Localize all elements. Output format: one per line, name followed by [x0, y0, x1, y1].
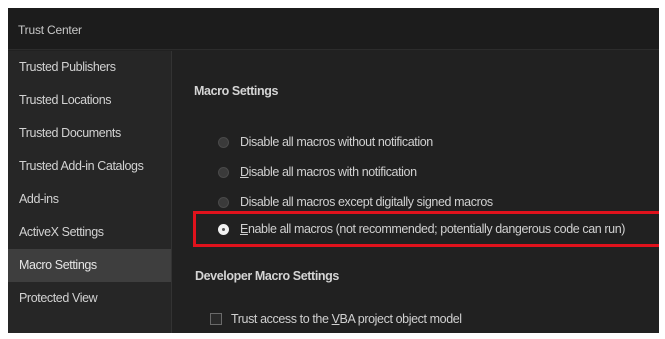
- accesskey-letter: V: [331, 312, 340, 326]
- radio-button[interactable]: [218, 136, 229, 148]
- macro-settings-heading: Macro Settings: [194, 84, 278, 98]
- sidebar-item-trusted-publishers[interactable]: Trusted Publishers: [8, 51, 171, 84]
- sidebar-item-trusted-documents[interactable]: Trusted Documents: [8, 117, 171, 150]
- option-label-rest: nable all macros (not recommended; poten…: [247, 222, 626, 236]
- sidebar-item-macro-settings[interactable]: Macro Settings: [8, 249, 171, 282]
- checkbox-label: Trust access to the VBA project object m…: [231, 312, 462, 326]
- label-after: BA project object model: [339, 312, 463, 326]
- option-label: Disable all macros except digitally sign…: [240, 195, 493, 209]
- trust-center-window: Trust Center Trusted Publishers Trusted …: [8, 8, 659, 333]
- sidebar-item-activex-settings[interactable]: ActiveX Settings: [8, 216, 171, 249]
- radio-button[interactable]: [218, 196, 229, 208]
- sidebar-item-trusted-add-in-catalogs[interactable]: Trusted Add-in Catalogs: [8, 150, 171, 183]
- vba-trust-checkbox[interactable]: [210, 313, 222, 325]
- main-panel: Macro Settings Disable all macros withou…: [173, 51, 659, 333]
- developer-macro-settings-heading: Developer Macro Settings: [195, 269, 339, 283]
- option-disable-without-notification[interactable]: Disable all macros without notification: [218, 132, 433, 152]
- accesskey-letter: D: [240, 165, 249, 179]
- accesskey-letter: E: [240, 222, 248, 236]
- option-label: Enable all macros (not recommended; pote…: [240, 222, 625, 236]
- option-label-rest: isable all macros with notification: [248, 165, 417, 179]
- option-enable-all-macros[interactable]: Enable all macros (not recommended; pote…: [218, 219, 625, 239]
- sidebar: Trusted Publishers Trusted Locations Tru…: [8, 51, 172, 333]
- label-before: Trust access to the: [231, 312, 332, 326]
- vba-trust-checkbox-row[interactable]: Trust access to the VBA project object m…: [210, 309, 462, 329]
- window-title: Trust Center: [18, 23, 82, 37]
- option-label: Disable all macros with notification: [240, 165, 417, 179]
- option-label: Disable all macros without notification: [240, 135, 433, 149]
- sidebar-item-add-ins[interactable]: Add-ins: [8, 183, 171, 216]
- radio-button-selected[interactable]: [218, 223, 229, 235]
- option-disable-except-signed[interactable]: Disable all macros except digitally sign…: [218, 192, 493, 212]
- option-disable-with-notification[interactable]: Disable all macros with notification: [218, 162, 417, 182]
- sidebar-item-trusted-locations[interactable]: Trusted Locations: [8, 84, 171, 117]
- radio-button[interactable]: [218, 166, 229, 178]
- sidebar-item-protected-view[interactable]: Protected View: [8, 282, 171, 315]
- title-bar: Trust Center: [8, 8, 659, 50]
